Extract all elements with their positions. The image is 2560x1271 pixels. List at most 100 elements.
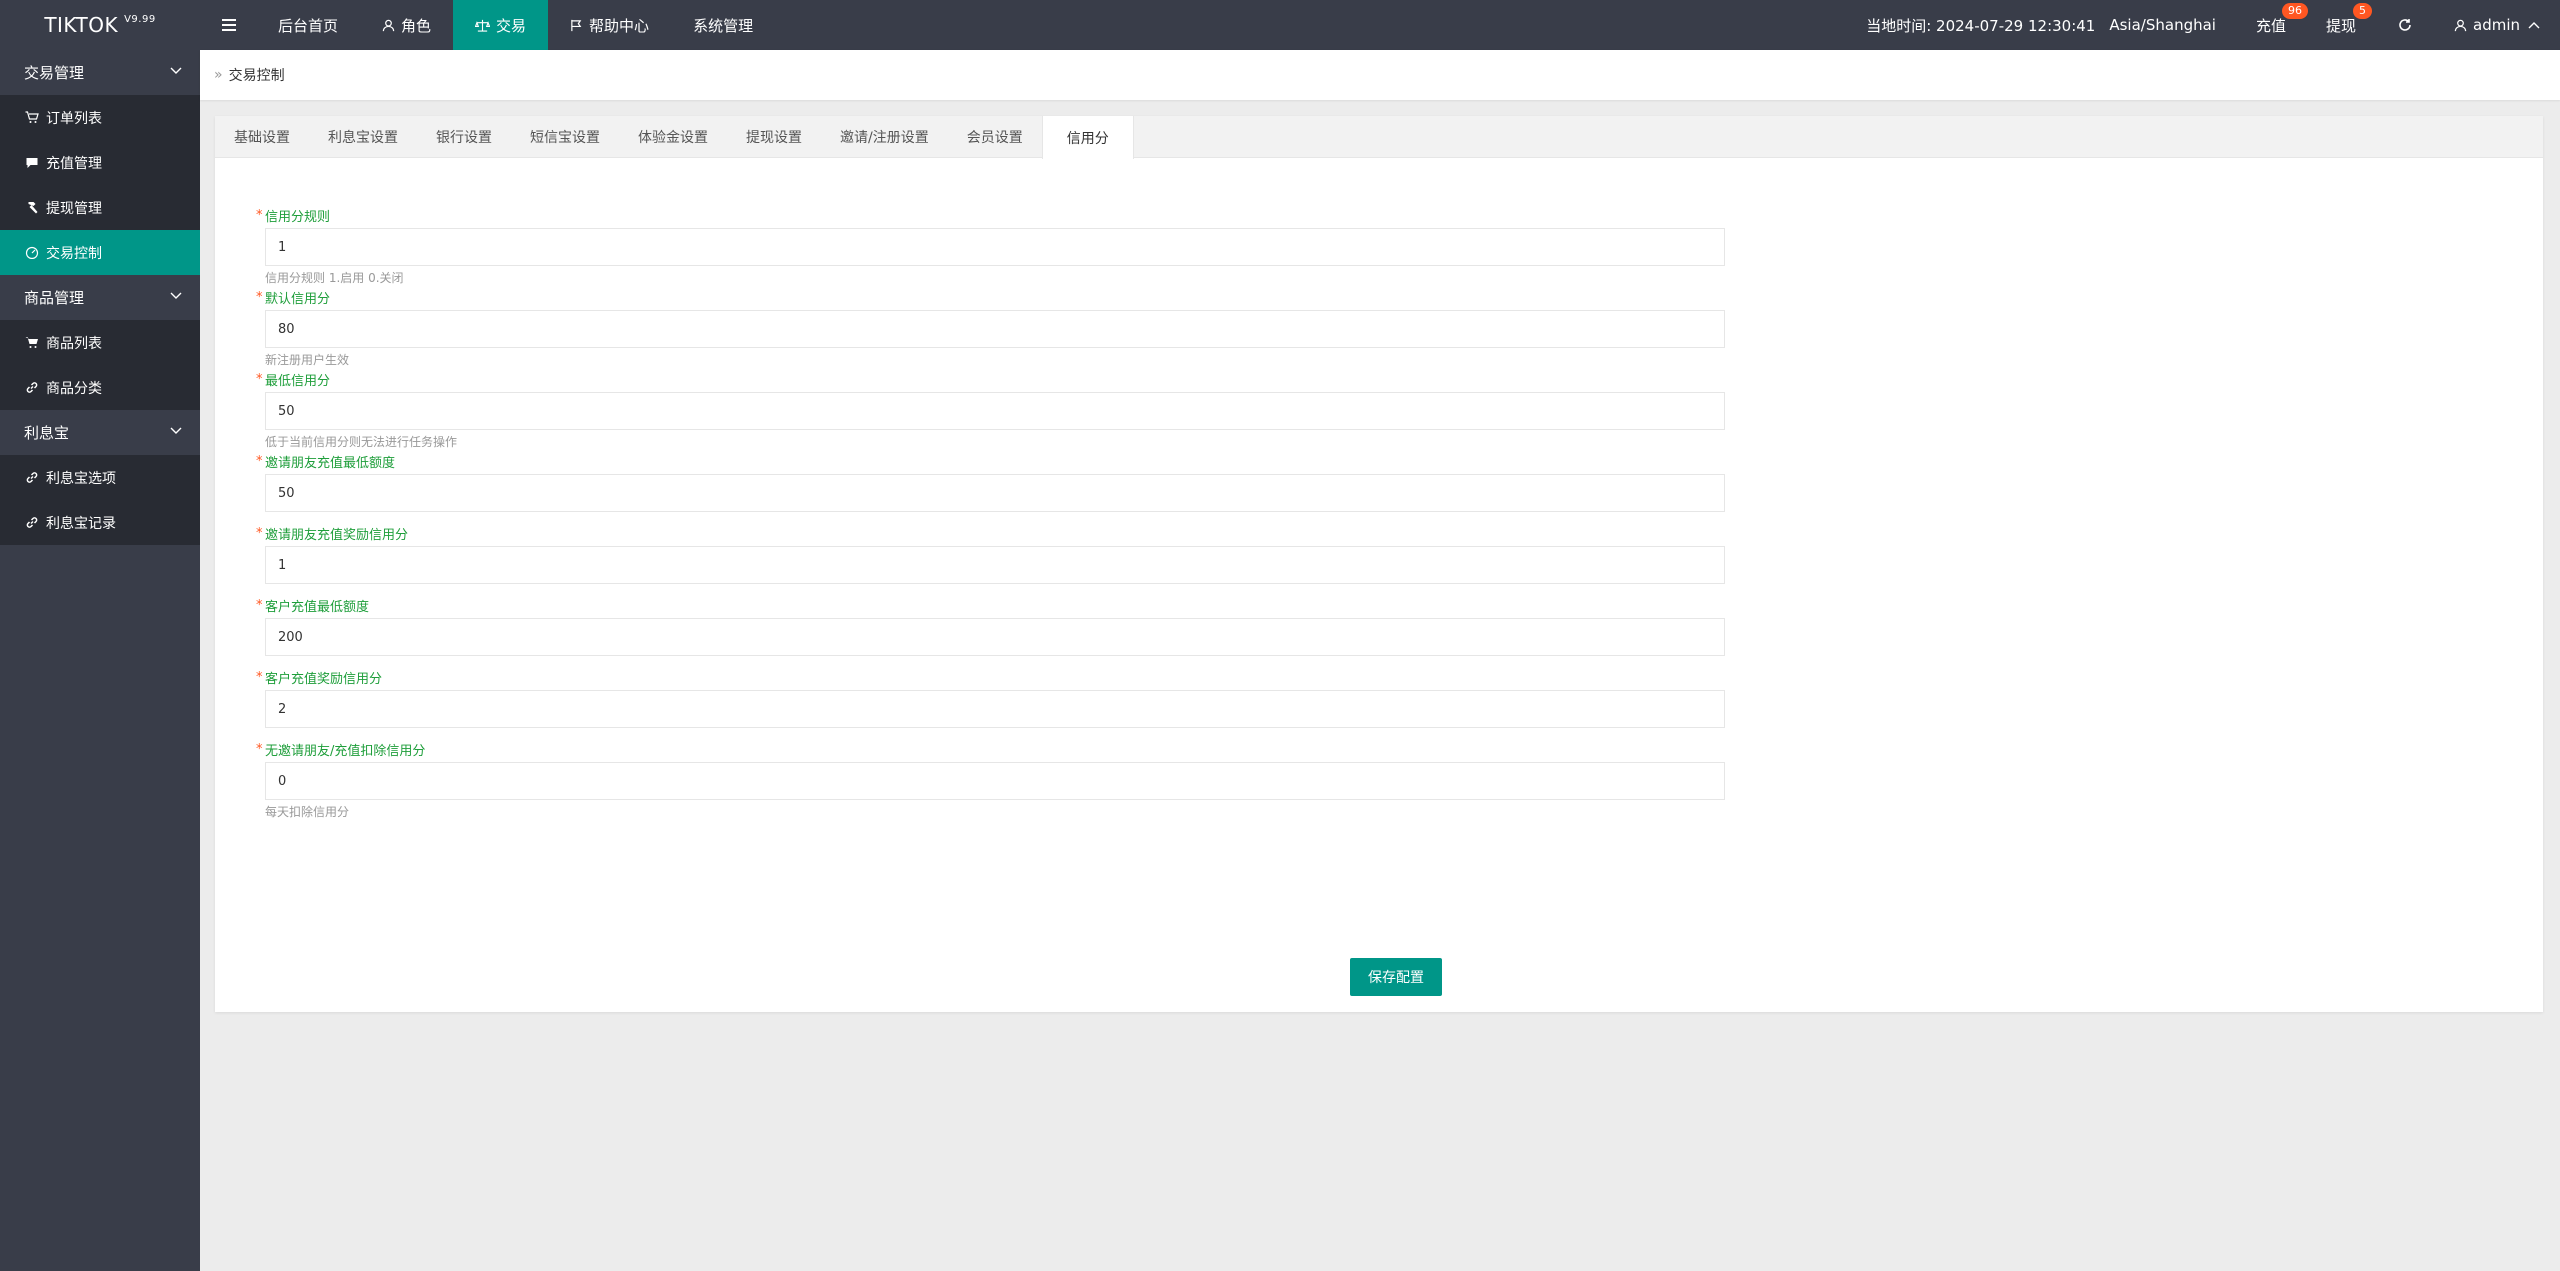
sidebar-item-label: 充值管理 [46, 155, 102, 172]
tab-bank[interactable]: 银行设置 [417, 116, 511, 158]
customer-reward-credit-input[interactable]: 2 [265, 690, 1725, 728]
user-icon [2454, 19, 2467, 31]
user-icon [382, 19, 395, 31]
link-icon [26, 517, 38, 528]
nav-system-label: 系统管理 [693, 16, 754, 35]
nav-help-label: 帮助中心 [589, 16, 650, 35]
field-invite-min-recharge: * 邀请朋友充值最低额度 50 [256, 454, 1725, 512]
hammer-icon [28, 202, 38, 214]
user-menu[interactable]: admin [2434, 0, 2560, 50]
tab-withdraw[interactable]: 提现设置 [727, 116, 821, 158]
tab-trial[interactable]: 体验金设置 [619, 116, 727, 158]
sidebar-item-product-category[interactable]: 商品分类 [0, 365, 200, 410]
field-label-text: 信用分规则 [265, 210, 331, 225]
invite-min-recharge-input[interactable]: 50 [265, 474, 1725, 512]
sidebar-item-interest-options[interactable]: 利息宝选项 [0, 455, 200, 500]
chevron-down-icon [170, 427, 182, 434]
double-chevron-icon: » [214, 67, 223, 83]
sidebar-item-recharge[interactable]: 充值管理 [0, 140, 200, 185]
nav-role[interactable]: 角色 [360, 0, 453, 50]
refresh-icon [2399, 19, 2411, 31]
tab-interest[interactable]: 利息宝设置 [309, 116, 417, 158]
settings-tabs: 基础设置 利息宝设置 银行设置 短信宝设置 体验金设置 提现设置 邀请/注册设置… [215, 116, 2543, 159]
tab-label: 利息宝设置 [328, 130, 398, 146]
tab-member[interactable]: 会员设置 [948, 116, 1042, 158]
tab-label: 提现设置 [746, 130, 802, 146]
nav-system[interactable]: 系统管理 [671, 0, 775, 50]
tab-basic[interactable]: 基础设置 [215, 116, 309, 158]
field-hint: 低于当前信用分则无法进行任务操作 [265, 435, 458, 449]
local-time: 当地时间: 2024-07-29 12:30:41 Asia/Shanghai [1846, 0, 2236, 50]
sidebar-item-withdraw[interactable]: 提现管理 [0, 185, 200, 230]
tab-label: 体验金设置 [638, 130, 708, 146]
save-config-button[interactable]: 保存配置 [1350, 958, 1442, 996]
field-deduct-credit: * 无邀请朋友/充值扣除信用分 0 每天扣除信用分 [256, 742, 1725, 824]
nav-help[interactable]: 帮助中心 [548, 0, 671, 50]
sidebar-item-label: 商品分类 [46, 380, 102, 397]
nav-role-label: 角色 [401, 16, 432, 35]
scale-icon [475, 19, 491, 32]
field-min-credit: * 最低信用分 50 低于当前信用分则无法进行任务操作 [256, 372, 1725, 454]
tab-sms[interactable]: 短信宝设置 [511, 116, 619, 158]
field-label-text: 最低信用分 [265, 374, 331, 389]
menu-toggle-button[interactable] [200, 0, 256, 50]
sidebar-item-trade-control[interactable]: 交易控制 [0, 230, 200, 275]
required-mark: * [256, 526, 263, 541]
withdraw-badge: 5 [2353, 3, 2372, 19]
chevron-down-icon [170, 67, 182, 74]
field-label: * 客户充值奖励信用分 [256, 670, 1725, 690]
sidebar-item-product-list[interactable]: 商品列表 [0, 320, 200, 365]
min-credit-input[interactable]: 50 [265, 392, 1725, 430]
sidebar-item-label: 利息宝记录 [46, 515, 116, 532]
sidebar-group-trade[interactable]: 交易管理 [0, 50, 200, 95]
local-time-text: 当地时间: 2024-07-29 12:30:41 [1866, 16, 2096, 35]
tab-label: 基础设置 [234, 130, 290, 146]
sidebar-group-label: 利息宝 [24, 424, 70, 442]
field-customer-min-recharge: * 客户充值最低额度 200 [256, 598, 1725, 656]
recharge-label: 充值 [2255, 16, 2286, 35]
sidebar-item-label: 提现管理 [46, 200, 102, 217]
link-icon [26, 472, 38, 483]
field-credit-rule: * 信用分规则 1 信用分规则 1.启用 0.关闭 [256, 208, 1725, 290]
field-customer-reward-credit: * 客户充值奖励信用分 2 [256, 670, 1725, 728]
nav-trade[interactable]: 交易 [453, 0, 549, 50]
breadcrumb: » 交易控制 [200, 50, 2560, 100]
withdraw-link[interactable]: 提现 5 [2306, 0, 2376, 50]
sidebar-item-interest-records[interactable]: 利息宝记录 [0, 500, 200, 545]
sidebar-group-label: 交易管理 [24, 64, 85, 82]
invite-reward-credit-input[interactable]: 1 [265, 546, 1725, 584]
sidebar-item-orders[interactable]: 订单列表 [0, 95, 200, 140]
nav-home[interactable]: 后台首页 [256, 0, 360, 50]
app-version: V9.99 [124, 13, 156, 25]
sidebar-group-label: 商品管理 [24, 289, 85, 307]
tab-label: 短信宝设置 [530, 130, 600, 146]
chat-icon [26, 157, 38, 168]
customer-min-recharge-input[interactable]: 200 [265, 618, 1725, 656]
withdraw-label: 提现 [2325, 16, 2356, 35]
field-hint: 每天扣除信用分 [265, 805, 350, 819]
top-nav: 后台首页 角色 交易 帮助中心 系统管理 [200, 0, 775, 50]
deduct-credit-input[interactable]: 0 [265, 762, 1725, 800]
refresh-button[interactable] [2376, 0, 2434, 50]
field-label: * 邀请朋友充值最低额度 [256, 454, 1725, 474]
field-invite-reward-credit: * 邀请朋友充值奖励信用分 1 [256, 526, 1725, 584]
app-logo[interactable]: TIKTOK V9.99 [0, 0, 200, 50]
field-label-text: 无邀请朋友/充值扣除信用分 [265, 744, 426, 759]
breadcrumb-current: 交易控制 [228, 68, 285, 84]
field-label-text: 默认信用分 [265, 292, 331, 307]
flag-icon [571, 19, 582, 31]
sidebar-item-label: 交易控制 [46, 245, 102, 262]
credit-rule-input[interactable]: 1 [265, 228, 1725, 266]
hamburger-icon [222, 19, 236, 31]
tab-credit[interactable]: 信用分 [1041, 116, 1134, 159]
settings-panel: 基础设置 利息宝设置 银行设置 短信宝设置 体验金设置 提现设置 邀请/注册设置… [215, 116, 2543, 1012]
field-default-credit: * 默认信用分 80 新注册用户生效 [256, 290, 1725, 372]
tab-invite[interactable]: 邀请/注册设置 [821, 116, 948, 158]
sidebar-group-interest[interactable]: 利息宝 [0, 410, 200, 455]
timezone-text: Asia/Shanghai [2109, 16, 2216, 34]
tab-label: 信用分 [1066, 130, 1109, 147]
sidebar-group-products[interactable]: 商品管理 [0, 275, 200, 320]
default-credit-input[interactable]: 80 [265, 310, 1725, 348]
nav-trade-label: 交易 [496, 16, 527, 35]
recharge-link[interactable]: 充值 96 [2236, 0, 2308, 50]
